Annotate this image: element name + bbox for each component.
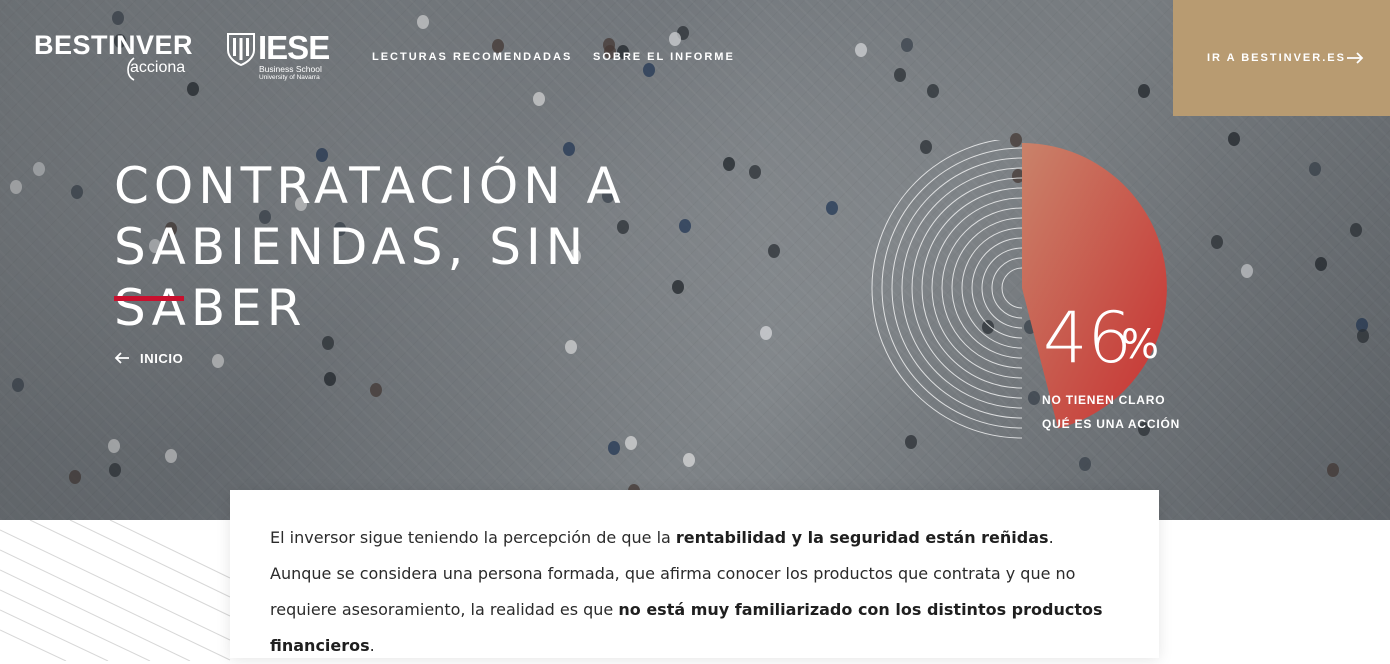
acciona-logo-text: acciona (130, 59, 186, 76)
stat-caption-line-2: QUÉ ES UNA ACCIÓN (1042, 417, 1181, 431)
intro-card: El inversor sigue teniendo la percepción… (230, 490, 1159, 658)
page-title-line-1: CONTRATACIÓN A (114, 157, 626, 215)
iese-logo-university: University of Navarra (259, 74, 320, 81)
nav-lecturas-recomendadas[interactable]: LECTURAS RECOMENDADAS (372, 51, 572, 63)
stat-unit: % (1121, 322, 1160, 368)
stat-caption-line-1: NO TIENEN CLARO (1042, 393, 1166, 407)
arrow-left-icon (114, 352, 129, 364)
iese-shield-icon (227, 33, 255, 66)
intro-text-1: El inversor sigue teniendo la percepción… (270, 528, 676, 547)
title-accent-bar (114, 296, 184, 301)
page-title-line-2: SABIENDAS, SIN SABER (114, 218, 589, 337)
intro-text-3: . (369, 636, 375, 655)
back-link-label: INICIO (140, 351, 184, 366)
nav-sobre-el-informe[interactable]: SOBRE EL INFORME (593, 51, 735, 63)
cta-label: IR A BESTINVER.ES (1207, 52, 1346, 64)
iese-logo-subtitle: Business School (259, 64, 322, 74)
stat-pie-slice (1022, 143, 1167, 429)
intro-paragraph: El inversor sigue teniendo la percepción… (270, 520, 1120, 664)
stat-caption: NO TIENEN CLARO QUÉ ES UNA ACCIÓN (1042, 388, 1180, 436)
stat-ring (931, 197, 1023, 379)
stat-ring (911, 177, 1023, 399)
stat-concentric-rings (871, 140, 1023, 439)
stat-ring (991, 257, 1023, 319)
ir-a-bestinver-button[interactable]: IR A BESTINVER.ES (1173, 0, 1390, 116)
stat-ring (1001, 267, 1023, 309)
bestinver-logo[interactable]: BESTINVER acciona (34, 30, 193, 81)
stat-ring (971, 237, 1023, 339)
stat-value: 46 (1043, 297, 1133, 379)
arrow-right-icon (1347, 52, 1364, 64)
iese-logo-text: IESE (258, 29, 330, 66)
stat-ring (871, 140, 1023, 439)
intro-highlight-1: rentabilidad y la seguridad están reñida… (675, 528, 1049, 547)
